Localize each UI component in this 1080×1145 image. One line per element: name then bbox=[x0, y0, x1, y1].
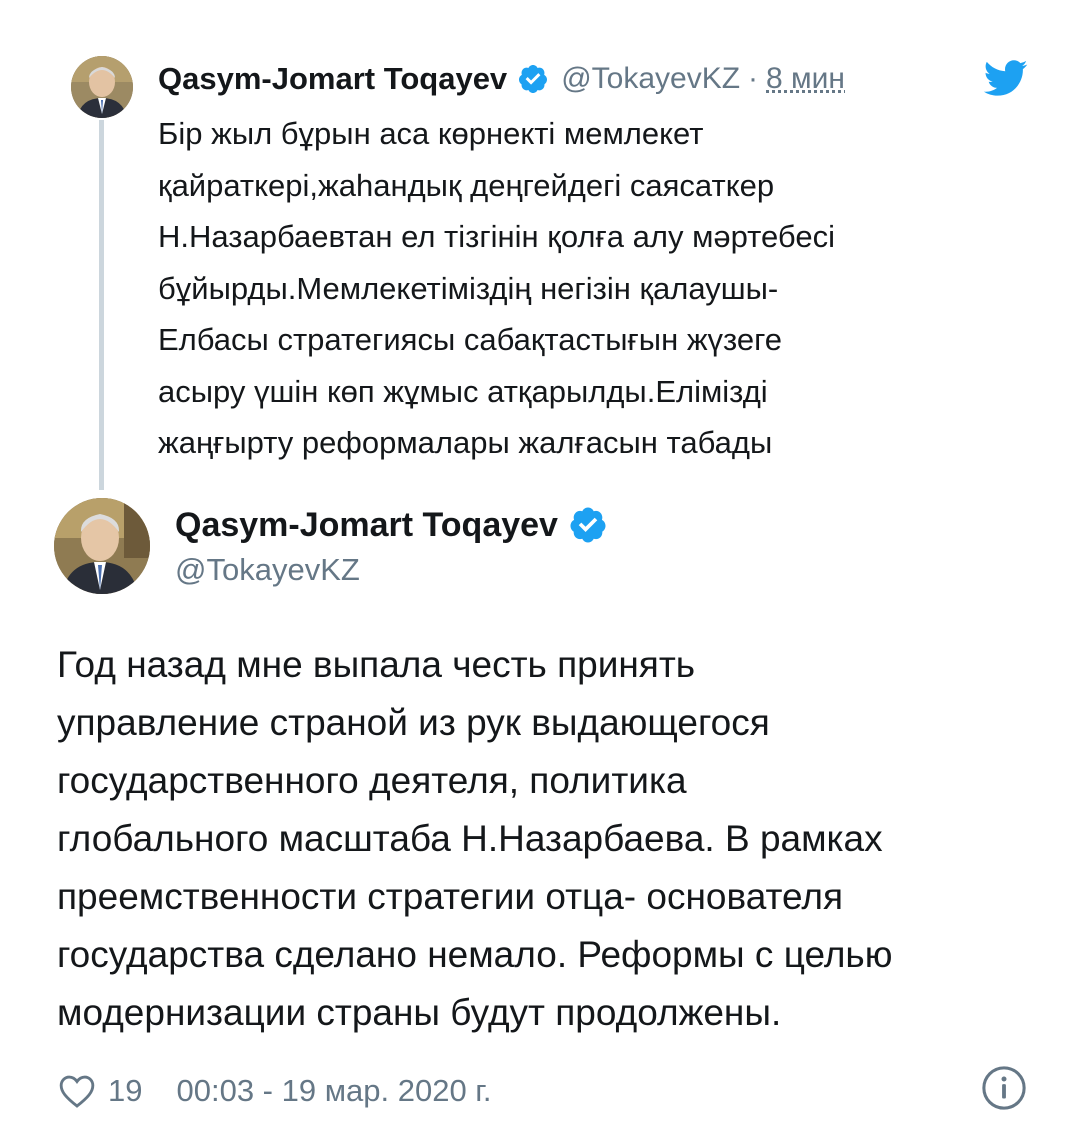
author-handle[interactable]: @TokayevKZ bbox=[561, 62, 740, 96]
like-count: 19 bbox=[108, 1073, 143, 1108]
tweet-card: Qasym-Jomart Toqayev @TokayevKZ · 8 мин … bbox=[0, 0, 1080, 1145]
avatar[interactable] bbox=[71, 56, 133, 118]
reply-tweet-header: Qasym-Jomart Toqayev @TokayevKZ · 8 мин bbox=[158, 55, 845, 103]
avatar[interactable] bbox=[54, 498, 150, 594]
author-name[interactable]: Qasym-Jomart Toqayev bbox=[158, 61, 507, 97]
main-tweet-header: Qasym-Jomart Toqayev bbox=[175, 503, 608, 547]
tweet-time[interactable]: 8 мин bbox=[766, 62, 845, 96]
avatar-portrait-icon bbox=[54, 498, 150, 594]
info-icon[interactable] bbox=[981, 1065, 1027, 1111]
tweet-footer: 19 00:03 - 19 мар. 2020 г. bbox=[58, 1066, 491, 1116]
author-handle[interactable]: @TokayevKZ bbox=[175, 552, 360, 588]
main-tweet-text: Год назад мне выпала честь принять управ… bbox=[57, 644, 893, 1033]
verified-badge-icon bbox=[519, 65, 548, 93]
separator-dot: · bbox=[748, 62, 759, 95]
verified-badge-icon bbox=[570, 507, 606, 543]
reply-tweet-text: Бір жыл бұрын аса көрнекті мемлекет қайр… bbox=[158, 116, 835, 460]
avatar-portrait-icon bbox=[71, 56, 133, 118]
thread-connector-line bbox=[99, 120, 104, 490]
tweet-timestamp[interactable]: 00:03 - 19 мар. 2020 г. bbox=[176, 1073, 491, 1109]
twitter-bird-icon[interactable] bbox=[982, 58, 1028, 98]
heart-icon[interactable] bbox=[58, 1073, 96, 1109]
author-name[interactable]: Qasym-Jomart Toqayev bbox=[175, 506, 558, 545]
